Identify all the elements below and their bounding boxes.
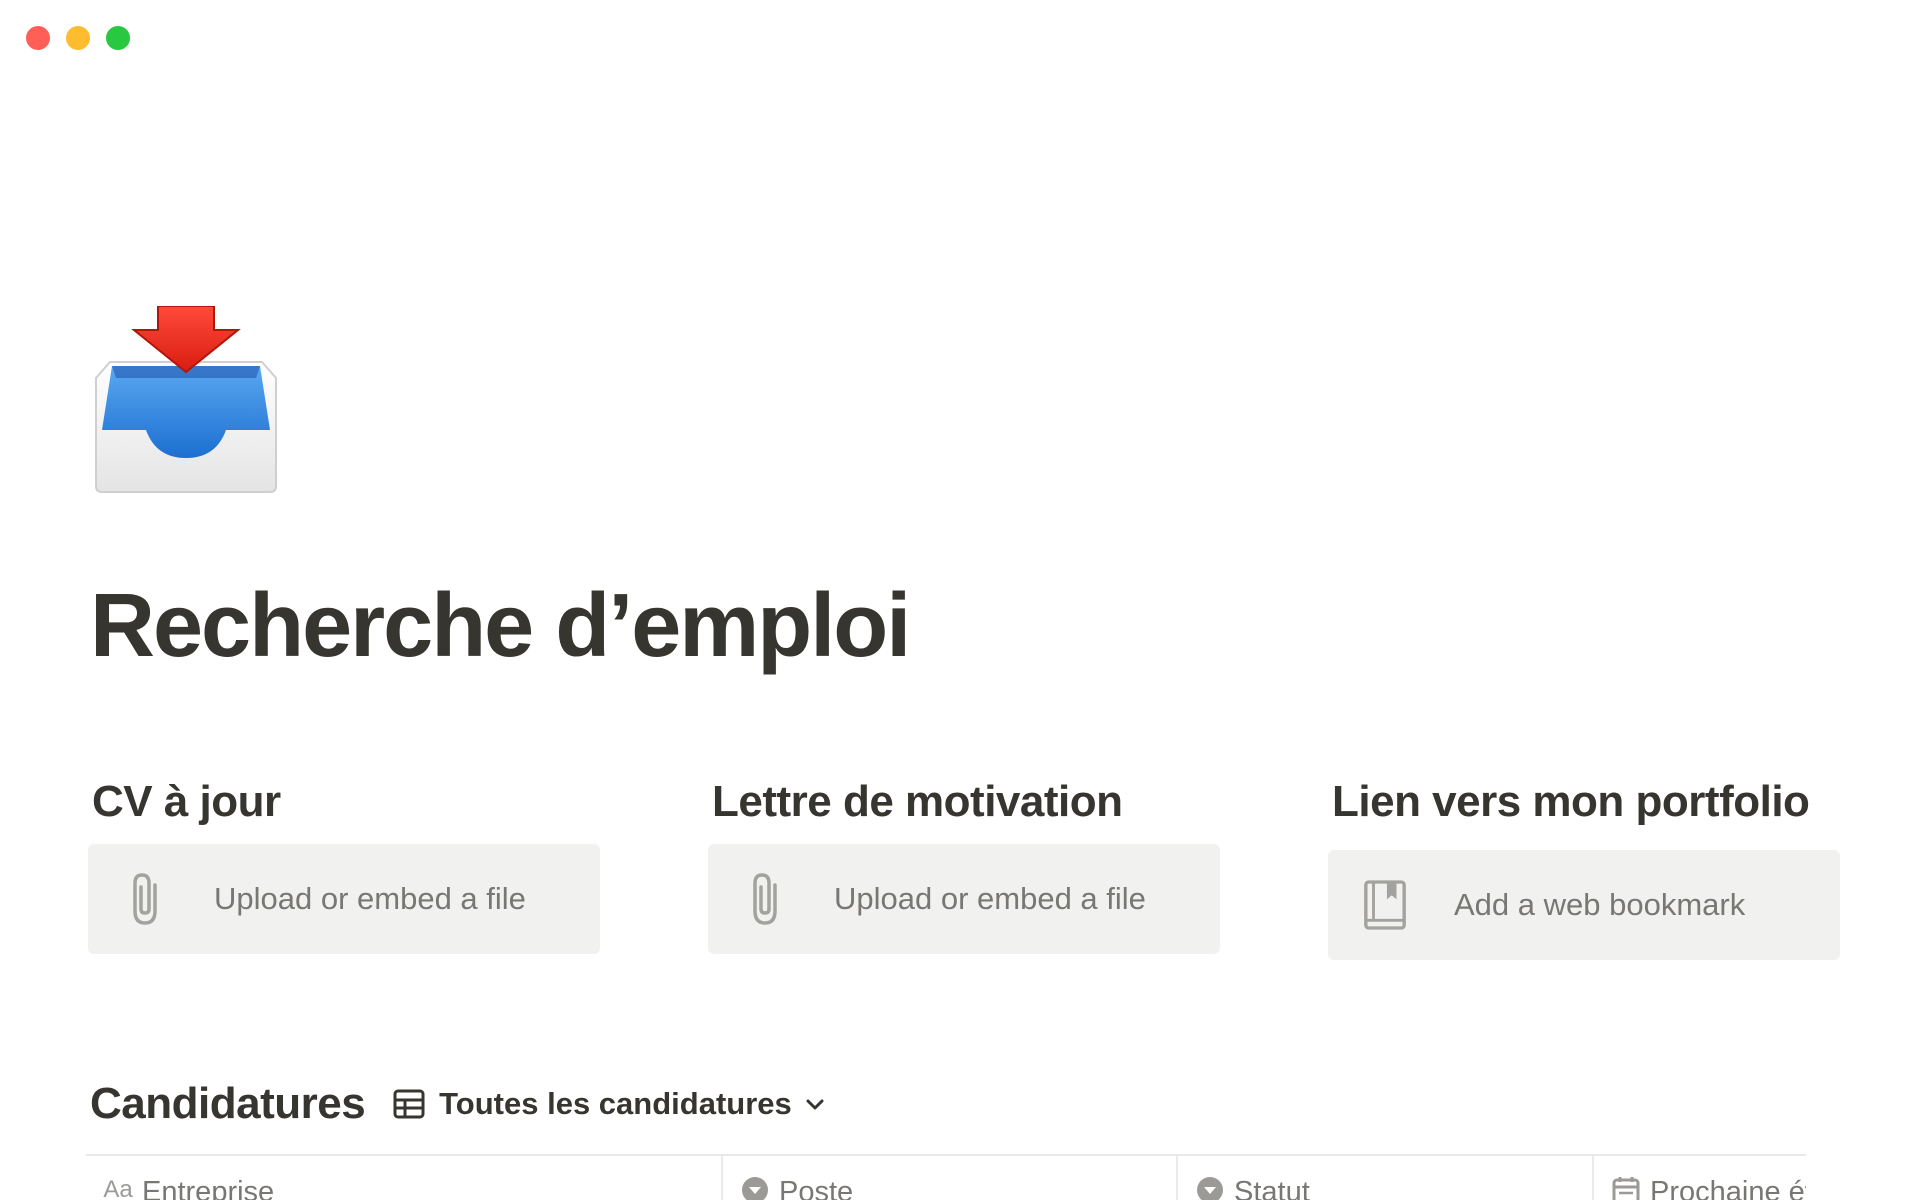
column-portfolio: Lien vers mon portfolio Add a web bookma… — [1328, 776, 1852, 960]
upload-file-label: Upload or embed a file — [834, 881, 1146, 916]
column-header-label: Prochaine étape — [1650, 1176, 1806, 1200]
database-header: Candidatures Toutes les candidatures — [90, 1078, 826, 1130]
column-header-statut[interactable]: Statut — [1178, 1156, 1594, 1200]
inbox-tray-icon[interactable] — [92, 305, 280, 496]
column-header-label: Entreprise — [142, 1176, 275, 1200]
column-header-poste[interactable]: Poste — [723, 1156, 1178, 1200]
table-header-row: Aa Entreprise Poste Statut Prochaine é — [86, 1156, 1806, 1200]
view-switcher[interactable]: Toutes les candidatures — [393, 1086, 826, 1122]
column-header-prochaine-etape[interactable]: Prochaine étape — [1594, 1156, 1806, 1200]
portfolio-heading[interactable]: Lien vers mon portfolio — [1332, 776, 1852, 828]
database-title[interactable]: Candidatures — [90, 1079, 366, 1129]
bookmark-book-icon — [1362, 877, 1408, 933]
lettre-heading[interactable]: Lettre de motivation — [712, 776, 1232, 828]
zoom-window-button[interactable] — [106, 26, 130, 50]
view-label: Toutes les candidatures — [439, 1086, 792, 1121]
paperclip-icon — [742, 871, 788, 927]
column-header-label: Statut — [1234, 1176, 1310, 1200]
cv-heading[interactable]: CV à jour — [92, 776, 612, 828]
chevron-down-icon — [804, 1093, 826, 1115]
close-window-button[interactable] — [26, 26, 50, 50]
upload-file-block-lettre[interactable]: Upload or embed a file — [708, 844, 1220, 954]
upload-file-label: Upload or embed a file — [214, 881, 526, 916]
paperclip-icon — [122, 871, 168, 927]
web-bookmark-label: Add a web bookmark — [1454, 887, 1746, 922]
select-icon — [741, 1176, 769, 1200]
minimize-window-button[interactable] — [66, 26, 90, 50]
text-property-icon: Aa — [103, 1176, 133, 1200]
select-icon — [1196, 1176, 1224, 1200]
calendar-icon — [1612, 1176, 1640, 1200]
web-bookmark-block[interactable]: Add a web bookmark — [1328, 850, 1840, 960]
page-title[interactable]: Recherche d’emploi — [90, 574, 911, 678]
column-lettre: Lettre de motivation Upload or embed a f… — [708, 776, 1232, 954]
upload-file-block-cv[interactable]: Upload or embed a file — [88, 844, 600, 954]
column-header-entreprise[interactable]: Aa Entreprise — [86, 1156, 723, 1200]
window-controls — [26, 26, 130, 50]
app-window: Recherche d’emploi CV à jour Upload or e… — [0, 0, 1920, 1200]
table-icon — [393, 1088, 425, 1120]
column-cv: CV à jour Upload or embed a file — [88, 776, 612, 954]
column-header-label: Poste — [779, 1176, 854, 1200]
